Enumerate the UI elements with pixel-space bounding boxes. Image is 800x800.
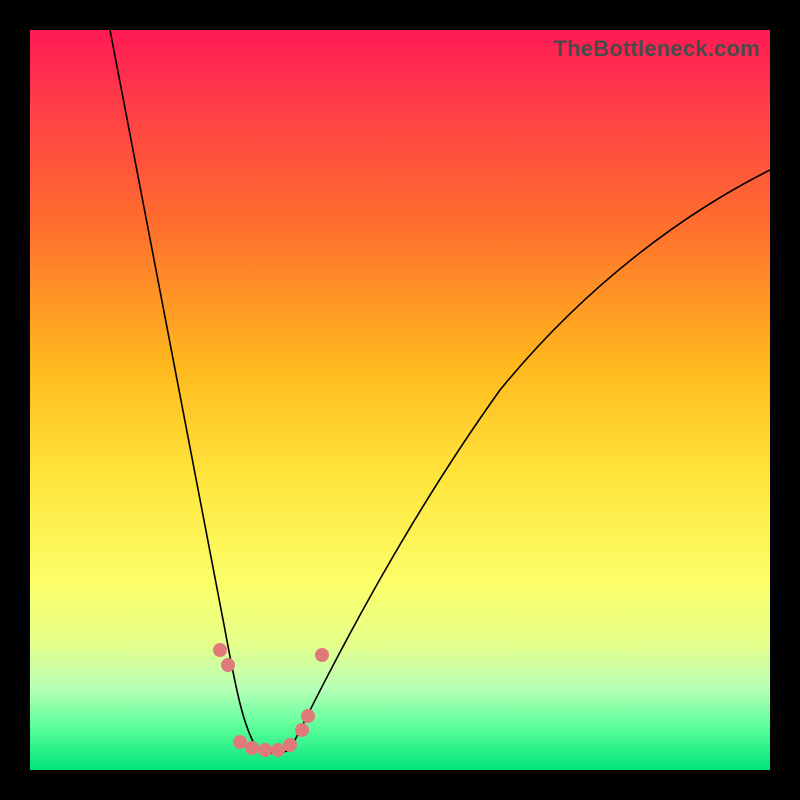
dot bbox=[315, 648, 329, 662]
left-curve bbox=[110, 30, 258, 750]
dot bbox=[245, 741, 259, 755]
dot bbox=[283, 738, 297, 752]
gradient-plot-area: TheBottleneck.com bbox=[30, 30, 770, 770]
dot bbox=[301, 709, 315, 723]
dot bbox=[221, 658, 235, 672]
dot bbox=[213, 643, 227, 657]
dot bbox=[271, 743, 285, 757]
dot bbox=[233, 735, 247, 749]
data-dots bbox=[213, 643, 329, 757]
dot bbox=[295, 723, 309, 737]
dot bbox=[258, 743, 272, 757]
curve-canvas bbox=[30, 30, 770, 770]
right-curve bbox=[290, 170, 770, 750]
